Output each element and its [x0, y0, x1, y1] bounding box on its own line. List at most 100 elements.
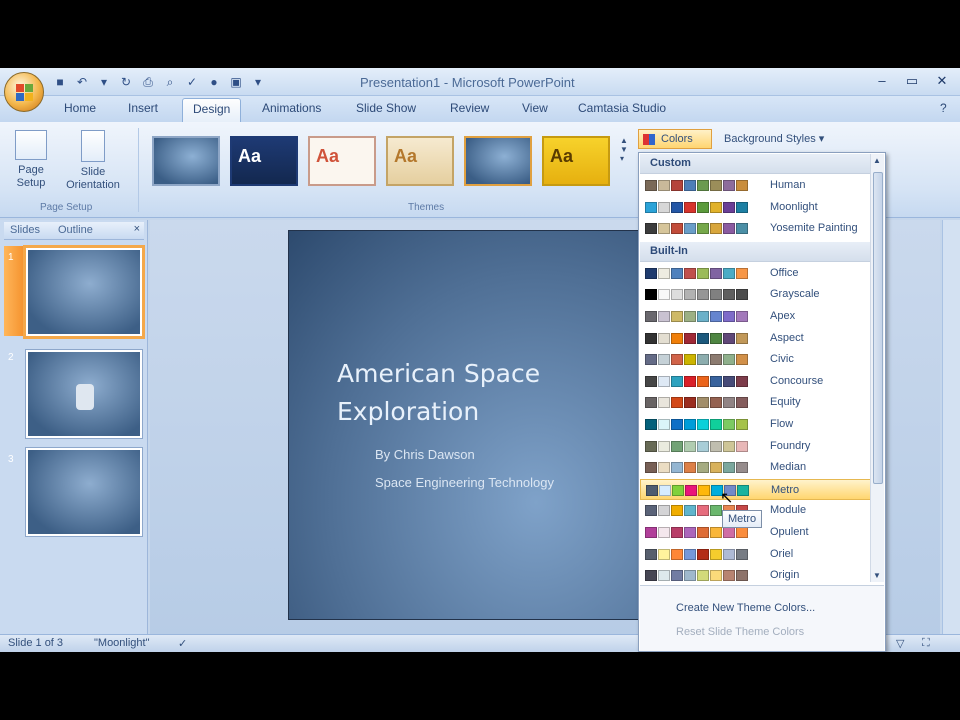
color-swatch	[736, 267, 748, 279]
color-swatch	[645, 548, 657, 560]
color-swatch	[736, 311, 748, 322]
color-swatch	[645, 223, 657, 235]
office-button[interactable]	[4, 72, 44, 112]
current-slide[interactable]: American Space Exploration By Chris Daws…	[288, 230, 643, 620]
help-icon[interactable]: ?	[940, 101, 954, 115]
minimize-button[interactable]: –	[874, 73, 890, 89]
theme-colors-flow[interactable]: Flow	[640, 414, 872, 436]
theme-colors-oriel[interactable]: Oriel	[640, 544, 872, 566]
background-styles-button[interactable]: Background Styles ▾	[724, 132, 824, 145]
color-swatch	[710, 289, 722, 301]
undo-icon[interactable]: ↶	[74, 74, 90, 90]
dropdown-section-header: Custom	[640, 154, 872, 174]
theme-colors-moonlight[interactable]: Moonlight	[640, 197, 872, 219]
theme-thumbnail-2[interactable]: Aa	[230, 136, 298, 186]
open-icon[interactable]: ●	[206, 74, 222, 90]
zoom-icon[interactable]: ⌕	[162, 74, 178, 90]
scroll-down-icon[interactable]: ▼	[873, 571, 881, 580]
color-swatch	[645, 201, 657, 213]
color-swatch	[645, 397, 657, 409]
color-swatch	[658, 419, 670, 430]
colors-label: Colors	[661, 133, 693, 145]
scroll-up-icon[interactable]: ▲	[873, 156, 881, 165]
dropdown-icon[interactable]: ▾	[96, 74, 112, 90]
color-swatch	[697, 505, 709, 517]
color-swatch	[736, 462, 748, 474]
theme-colors-yosemite-painting[interactable]: Yosemite Painting	[640, 218, 872, 240]
view-normal-icon[interactable]: ▽	[896, 637, 904, 650]
slide-orientation-button[interactable]: Slide Orientation	[58, 130, 128, 192]
themes-more-icon[interactable]: ▲ ▼ ▾	[620, 136, 628, 163]
theme-colors-aspect[interactable]: Aspect	[640, 328, 872, 350]
slide-subtitle-1[interactable]: By Chris Dawson	[375, 447, 475, 462]
fit-slide-icon[interactable]: ⛶	[922, 637, 930, 650]
color-swatch	[645, 505, 657, 517]
color-swatch	[645, 440, 657, 452]
theme-colors-origin[interactable]: Origin	[640, 565, 872, 587]
spelling-check-icon[interactable]: ✓	[178, 637, 187, 650]
tab-camtasia[interactable]: Camtasia Studio	[578, 101, 666, 115]
tab-insert[interactable]: Insert	[128, 101, 158, 115]
tab-outline[interactable]: Outline	[58, 224, 93, 236]
customize-qat-icon[interactable]: ▾	[250, 74, 266, 90]
colors-dropdown: Custom Human Moonlight Yosemite Painting Bui…	[638, 152, 886, 652]
theme-colors-equity[interactable]: Equity	[640, 392, 872, 414]
theme-colors-office[interactable]: Office	[640, 263, 872, 285]
theme-colors-label: Apex	[770, 310, 796, 322]
theme-colors-concourse[interactable]: Concourse	[640, 371, 872, 393]
save-icon[interactable]: ■	[52, 74, 68, 90]
theme-colors-grayscale[interactable]: Grayscale	[640, 284, 872, 306]
theme-colors-foundry[interactable]: Foundry	[640, 436, 872, 458]
scroll-thumb[interactable]	[873, 172, 883, 484]
color-swatch	[658, 462, 670, 474]
dropdown-scrollbar[interactable]: ▲ ▼	[870, 154, 884, 582]
tab-home[interactable]: Home	[64, 101, 96, 115]
spelling-icon[interactable]: ✓	[184, 74, 200, 90]
slideshow-icon[interactable]: ▣	[228, 74, 244, 90]
color-swatch	[736, 419, 748, 430]
vertical-scrollbar[interactable]	[942, 220, 960, 636]
theme-thumbnail-3[interactable]: Aa	[308, 136, 376, 186]
color-swatches	[645, 223, 748, 235]
tab-design[interactable]: Design	[182, 98, 242, 122]
color-swatch	[645, 267, 657, 279]
maximize-button[interactable]: ▭	[904, 73, 920, 89]
theme-colors-apex[interactable]: Apex	[640, 306, 872, 328]
page-setup-button[interactable]: Page Setup	[8, 130, 54, 190]
tab-review[interactable]: Review	[450, 101, 489, 115]
tab-slides[interactable]: Slides	[10, 224, 40, 236]
color-swatch	[710, 354, 722, 366]
tab-animations[interactable]: Animations	[262, 101, 321, 115]
theme-colors-human[interactable]: Human	[640, 175, 872, 197]
theme-thumbnail-4[interactable]: Aa	[386, 136, 454, 186]
create-new-theme-colors[interactable]: Create New Theme Colors...	[676, 602, 815, 614]
redo-icon[interactable]: ↻	[118, 74, 134, 90]
slide-orientation-label: Slide Orientation	[66, 166, 120, 191]
slide-title[interactable]: American Space Exploration	[337, 355, 540, 431]
slide-thumbnail-2[interactable]	[26, 350, 142, 438]
close-button[interactable]: ✕	[934, 73, 950, 89]
slide-thumbnail-1[interactable]	[26, 248, 142, 336]
theme-sample-text: Aa	[394, 146, 418, 166]
slide-subtitle-2[interactable]: Space Engineering Technology	[375, 475, 554, 490]
close-pane-icon[interactable]: ×	[134, 223, 140, 235]
print-icon[interactable]: ⎙	[140, 74, 156, 90]
tab-view[interactable]: View	[522, 101, 548, 115]
background-styles-label: Background Styles	[724, 133, 816, 145]
color-swatch	[697, 311, 709, 322]
color-swatch	[710, 527, 722, 538]
tab-slide-show[interactable]: Slide Show	[356, 101, 416, 115]
theme-colors-civic[interactable]: Civic	[640, 349, 872, 371]
colors-button[interactable]: Colors	[638, 129, 712, 149]
color-swatch	[697, 289, 709, 301]
window-controls: – ▭ ✕	[874, 73, 950, 89]
slide-number: 1	[8, 252, 14, 263]
theme-thumbnail-moonlight[interactable]	[152, 136, 220, 186]
slide-thumbnail-3[interactable]	[26, 448, 142, 536]
ribbon-separator	[138, 128, 139, 212]
theme-thumbnail-6[interactable]: Aa	[542, 136, 610, 186]
theme-colors-label: Foundry	[770, 439, 811, 452]
theme-colors-median[interactable]: Median	[640, 457, 872, 479]
theme-thumbnail-current[interactable]	[464, 136, 532, 186]
theme-colors-metro[interactable]: Metro	[640, 478, 872, 501]
